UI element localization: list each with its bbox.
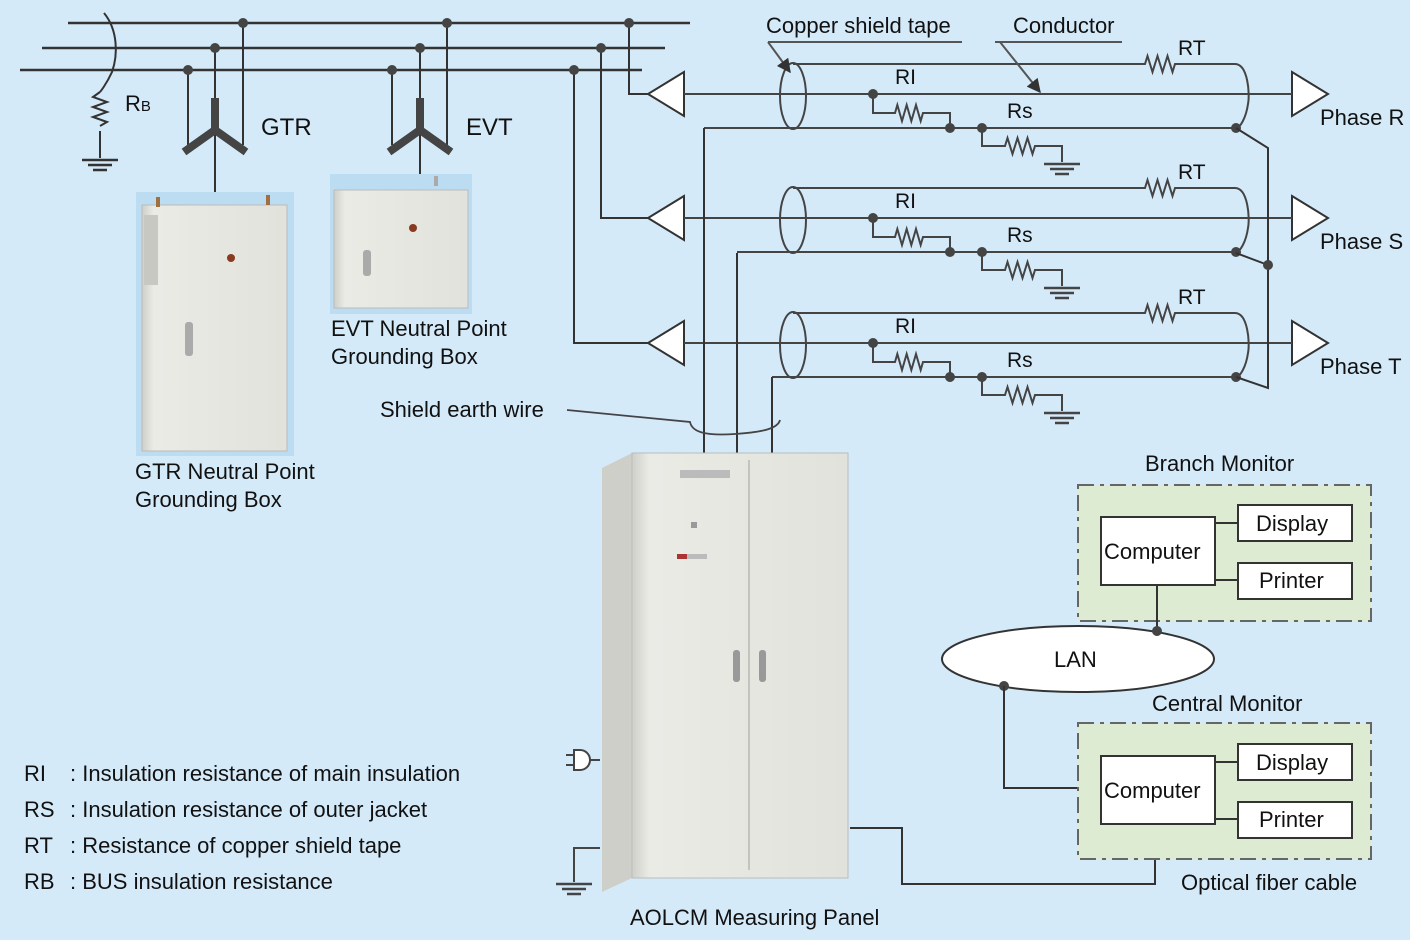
evt-transformer-icon	[386, 18, 454, 175]
phase-label: Phase R	[1320, 105, 1405, 130]
branch-display[interactable]: Display	[1256, 510, 1328, 538]
cable-termination-left	[646, 70, 685, 118]
central-monitor-title: Central Monitor	[1152, 691, 1303, 716]
ri-label: RI	[895, 66, 916, 89]
gtr-box-label-line2: Grounding Box	[135, 487, 282, 512]
bus-lines	[20, 21, 690, 72]
rs-resistor	[981, 128, 1063, 162]
junction-dot	[868, 89, 878, 99]
rs-label: Rs	[1007, 349, 1033, 372]
junction-dot	[868, 213, 878, 223]
aolcm-measuring-panel	[602, 452, 849, 892]
rb-resistor	[90, 12, 117, 158]
rs-label: Rs	[1007, 100, 1033, 123]
cable-termination-left	[646, 194, 685, 242]
measuring-panel-label: AOLCM Measuring Panel	[630, 905, 880, 930]
junction-dot	[945, 123, 955, 133]
junction-dot	[977, 123, 987, 133]
ri-label: RI	[895, 315, 916, 338]
optical-fiber-label: Optical fiber cable	[1181, 870, 1358, 895]
shield-ellipse	[779, 62, 807, 130]
shield-ellipse	[779, 311, 807, 379]
evt-box-label-line1: EVT Neutral Point	[331, 316, 507, 341]
branch-printer[interactable]: Printer	[1259, 567, 1324, 595]
cable-termination-left	[646, 319, 685, 367]
conductor-label: Conductor	[1013, 13, 1115, 38]
rb-label: RB	[125, 91, 151, 116]
ri-resistor	[872, 218, 951, 252]
branch-computer[interactable]: Computer	[1104, 538, 1201, 566]
shield-earth-leader	[566, 409, 781, 436]
junction-dot	[945, 247, 955, 257]
rs-label: Rs	[1007, 224, 1033, 247]
ri-resistor	[872, 94, 951, 128]
ri-label: RI	[895, 190, 916, 213]
phase-label: Phase T	[1320, 354, 1402, 379]
gtr-box-label-line1: GTR Neutral Point	[135, 459, 315, 484]
legend-row: RS: Insulation resistance of outer jacke…	[24, 797, 428, 822]
central-computer[interactable]: Computer	[1104, 777, 1201, 805]
junction-dot	[868, 338, 878, 348]
rt-label: RT	[1178, 37, 1206, 60]
cable-phases	[646, 52, 1330, 425]
panel-ground-icon	[556, 847, 600, 896]
legend: RI: Insulation resistance of main insula…	[24, 756, 460, 900]
legend-row: RT: Resistance of copper shield tape	[24, 833, 402, 858]
evt-label: EVT	[466, 114, 513, 141]
copper-shield-arrow	[767, 41, 1122, 94]
phase-label: Phase S	[1320, 229, 1404, 254]
legend-row: RB: BUS insulation resistance	[24, 869, 333, 894]
gtr-transformer-icon	[181, 18, 249, 195]
rs-resistor	[981, 377, 1063, 411]
junction-dot	[977, 247, 987, 257]
evt-grounding-box	[330, 174, 472, 314]
gtr-grounding-box	[136, 192, 294, 456]
copper-shield-tape-label: Copper shield tape	[766, 13, 951, 38]
rt-label: RT	[1178, 286, 1206, 309]
branch-monitor-title: Branch Monitor	[1145, 451, 1295, 476]
junction-dot	[945, 372, 955, 382]
central-display[interactable]: Display	[1256, 749, 1328, 777]
shield-ellipse	[779, 186, 807, 254]
junction-dot	[1231, 247, 1241, 257]
lan-label: LAN	[1054, 647, 1097, 672]
shield-earth-wire-label: Shield earth wire	[380, 397, 544, 422]
legend-row: RI: Insulation resistance of main insula…	[24, 761, 461, 786]
ri-resistor	[872, 343, 951, 377]
ground-icon	[82, 158, 118, 172]
rs-resistor	[981, 252, 1063, 286]
junction-dot	[977, 372, 987, 382]
central-printer[interactable]: Printer	[1259, 806, 1324, 834]
gtr-label: GTR	[261, 114, 312, 141]
power-plug-icon	[566, 749, 600, 771]
rt-label: RT	[1178, 161, 1206, 184]
evt-box-label-line2: Grounding Box	[331, 344, 478, 369]
